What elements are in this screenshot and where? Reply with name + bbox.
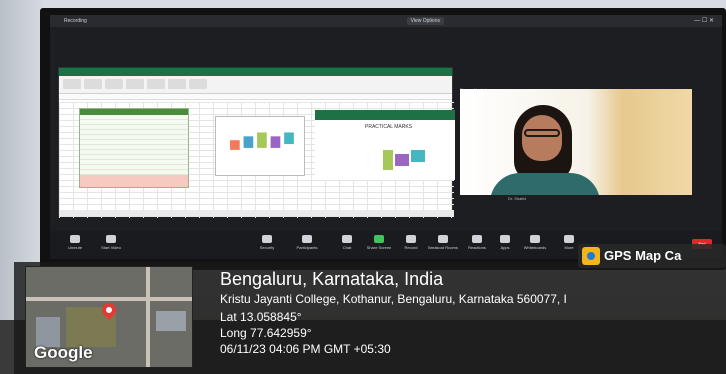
ribbon-group[interactable] xyxy=(84,79,102,89)
record-button[interactable]: Record xyxy=(394,235,428,255)
security-label: Security xyxy=(259,245,275,250)
ribbon-group[interactable] xyxy=(63,79,81,89)
chart-box xyxy=(395,154,409,166)
location-datetime: 06/11/23 04:06 PM GMT +05:30 xyxy=(220,342,391,356)
map-building xyxy=(156,311,186,331)
zoom-title: Recording xyxy=(64,18,87,24)
chart-box xyxy=(383,150,393,170)
security-button[interactable]: Security xyxy=(250,235,284,255)
box-plot-chart xyxy=(215,116,305,176)
view-options-button[interactable]: View Options xyxy=(406,17,444,25)
participant-video[interactable] xyxy=(460,89,692,195)
map-attribution: Google xyxy=(34,343,93,362)
share-screen-label: Share Screen xyxy=(366,245,392,250)
chat-label: Chat xyxy=(342,245,352,250)
whiteboards-label: Whiteboards xyxy=(523,245,547,250)
marks-table-highlight xyxy=(80,175,188,187)
shared-spreadsheet: PRACTICAL MARKS xyxy=(58,67,455,218)
ribbon-group[interactable] xyxy=(168,79,186,89)
apps-icon xyxy=(500,235,510,243)
window-controls[interactable]: — ☐ ✕ xyxy=(694,15,714,27)
excel-statusbar xyxy=(59,210,454,216)
unmute-label: Unmute xyxy=(67,245,82,250)
reactions-icon xyxy=(472,235,482,243)
start-video-button[interactable]: Start Video xyxy=(94,235,128,255)
breakout-rooms-label: Breakout Rooms xyxy=(428,245,458,250)
box-plot-box xyxy=(257,132,267,148)
person-face xyxy=(522,115,562,161)
location-title: Bengaluru, Karnataka, India xyxy=(220,269,444,289)
record-label: Record xyxy=(404,245,418,250)
map-road xyxy=(26,297,192,301)
breakout-rooms-icon xyxy=(438,235,448,243)
share-screen-icon xyxy=(374,235,384,243)
chat-icon xyxy=(342,235,352,243)
location-address: Kristu Jayanti College, Kothanur, Bengal… xyxy=(220,292,567,306)
box-plot-box xyxy=(284,132,294,145)
whiteboards-button[interactable]: Whiteboards xyxy=(518,235,552,255)
excel-titlebar xyxy=(59,68,452,76)
box-plot-box xyxy=(243,136,254,148)
ribbon-group[interactable] xyxy=(147,79,165,89)
gps-app-badge: GPS Map Ca xyxy=(578,244,726,268)
ribbon-group[interactable] xyxy=(189,79,207,89)
share-screen-button[interactable]: Share Screen xyxy=(362,235,396,255)
marks-table-header xyxy=(80,109,188,115)
participants-label: Participants xyxy=(296,245,318,250)
location-latitude: Lat 13.058845° xyxy=(220,310,302,324)
more-icon xyxy=(564,235,574,243)
map-road xyxy=(146,267,150,367)
box-plot-box xyxy=(270,136,281,148)
camera-icon xyxy=(106,235,116,243)
excel-ribbon xyxy=(59,76,452,94)
ribbon-group[interactable] xyxy=(126,79,144,89)
start-video-label: Start Video xyxy=(101,245,121,250)
marks-table xyxy=(79,108,189,188)
breakout-rooms-button[interactable]: Breakout Rooms xyxy=(426,235,460,255)
participants-button[interactable]: Participants xyxy=(290,235,324,255)
location-map: Google xyxy=(25,266,193,368)
microphone-icon xyxy=(70,235,80,243)
shield-icon xyxy=(262,235,272,243)
formula-bar[interactable] xyxy=(59,94,452,100)
whiteboard-icon xyxy=(530,235,540,243)
glasses xyxy=(524,129,560,137)
person-body xyxy=(490,173,600,195)
box-plot-box xyxy=(230,140,240,150)
chat-button[interactable]: Chat xyxy=(330,235,364,255)
zoom-titlebar: Recording View Options — ☐ ✕ xyxy=(50,15,722,27)
chart-box xyxy=(411,150,425,162)
location-longitude: Long 77.642959° xyxy=(220,326,312,340)
unmute-button[interactable]: Unmute xyxy=(58,235,92,255)
zoom-window: Recording View Options — ☐ ✕ PRACTICAL M… xyxy=(50,15,722,259)
gps-app-name: GPS Map Ca xyxy=(604,248,682,263)
practical-marks-boxes xyxy=(383,150,425,170)
practical-marks-chart: PRACTICAL MARKS xyxy=(315,110,455,180)
gps-map-camera-icon xyxy=(582,247,600,265)
record-icon xyxy=(406,235,416,243)
participant-label: Dr. Shalini xyxy=(508,196,527,201)
people-icon xyxy=(302,235,312,243)
apps-button[interactable]: Apps xyxy=(488,235,522,255)
ribbon-group[interactable] xyxy=(105,79,123,89)
apps-label: Apps xyxy=(500,245,510,250)
